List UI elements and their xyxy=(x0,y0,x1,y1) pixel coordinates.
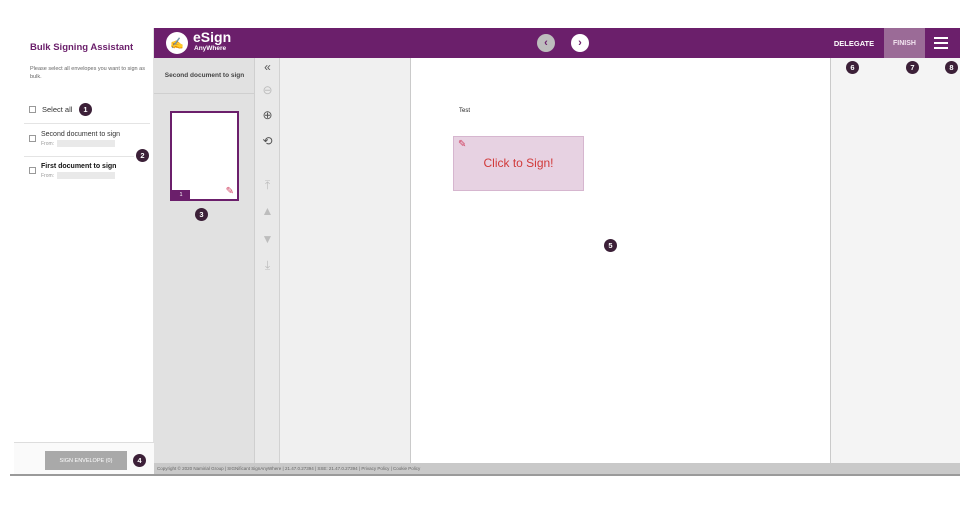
next-icon[interactable]: › xyxy=(571,34,589,52)
signature-field[interactable]: ✎ Click to Sign! xyxy=(453,136,584,191)
envelope-checkbox[interactable] xyxy=(29,135,36,142)
signature-field-icon: ✎ xyxy=(225,186,234,197)
callout-badge-8: 8 xyxy=(945,61,958,74)
delegate-button[interactable]: DELEGATE xyxy=(828,28,880,58)
callout-badge-7: 7 xyxy=(906,61,919,74)
callout-badge-1: 1 xyxy=(79,103,92,116)
from-label: From: xyxy=(41,140,55,147)
callout-badge-3: 3 xyxy=(195,208,208,221)
click-to-sign-label: Click to Sign! xyxy=(483,156,554,170)
envelope-item[interactable]: First document to sign From: xyxy=(29,163,116,179)
page-number: 1 xyxy=(172,190,190,199)
esign-logo-icon: ✍ xyxy=(166,32,188,54)
zoom-in-icon[interactable]: ⊕ xyxy=(255,108,280,122)
document-page: Test ✎ Click to Sign! 5 xyxy=(410,58,831,463)
next-page-icon[interactable]: ▼ xyxy=(255,232,280,246)
document-viewer: Test ✎ Click to Sign! 5 6 7 8 xyxy=(280,58,960,463)
zoom-reset-icon[interactable]: ⟲ xyxy=(255,134,280,148)
bottom-border xyxy=(10,474,960,476)
sender-redacted xyxy=(57,172,116,179)
divider xyxy=(24,156,134,157)
envelope-from: From: xyxy=(41,172,116,179)
logo-text: eSign xyxy=(193,29,232,45)
hamburger-menu-icon[interactable] xyxy=(934,37,948,49)
divider xyxy=(24,123,150,124)
select-all-label: Select all xyxy=(42,105,73,114)
envelope-checkbox[interactable] xyxy=(29,167,36,174)
callout-badge-2: 2 xyxy=(136,149,149,162)
envelope-title: Second document to sign xyxy=(41,131,120,138)
select-all-row[interactable]: Select all xyxy=(29,105,72,114)
app-header: ✍ eSign AnyWhere ‹ › DELEGATE FINISH xyxy=(154,28,960,58)
panel-title: Bulk Signing Assistant xyxy=(30,42,134,53)
finish-button[interactable]: FINISH xyxy=(884,28,925,58)
callout-badge-5: 5 xyxy=(604,239,617,252)
sign-envelope-button[interactable]: SIGN ENVELOPE (0) xyxy=(45,451,127,470)
thumbnail-panel: Second document to sign 1 ✎ 3 xyxy=(154,58,255,463)
document-text: Test xyxy=(459,108,471,114)
zoom-out-icon[interactable]: ⊖ xyxy=(255,83,280,97)
from-label: From: xyxy=(41,172,55,179)
bulk-signing-panel: Bulk Signing Assistant Please select all… xyxy=(14,28,154,474)
document-title: Second document to sign xyxy=(154,58,255,94)
callout-badge-4: 4 xyxy=(133,454,146,467)
first-page-icon[interactable]: ⤒ xyxy=(255,178,280,193)
sender-redacted xyxy=(57,140,116,147)
envelope-item[interactable]: Second document to sign From: xyxy=(29,131,120,147)
page-thumbnail[interactable]: 1 ✎ xyxy=(170,111,239,201)
right-margin: 6 7 8 xyxy=(831,58,960,463)
copyright-footer: Copyright © 2020 Namirial Group | SIGNif… xyxy=(154,463,960,474)
collapse-panel-icon[interactable]: « xyxy=(255,60,280,74)
app-frame: Bulk Signing Assistant Please select all… xyxy=(14,28,960,474)
logo-subtext: AnyWhere xyxy=(194,45,227,52)
viewer-toolbar: « ⊖ ⊕ ⟲ ⤒ ▲ ▼ ⤓ xyxy=(255,58,280,463)
select-all-checkbox[interactable] xyxy=(29,106,36,113)
previous-icon[interactable]: ‹ xyxy=(537,34,555,52)
last-page-icon[interactable]: ⤓ xyxy=(255,258,280,273)
callout-badge-6: 6 xyxy=(846,61,859,74)
envelope-title: First document to sign xyxy=(41,163,117,170)
panel-description: Please select all envelopes you want to … xyxy=(30,66,145,80)
edit-icon: ✎ xyxy=(458,139,467,150)
previous-page-icon[interactable]: ▲ xyxy=(255,204,280,218)
envelope-from: From: xyxy=(41,140,120,147)
